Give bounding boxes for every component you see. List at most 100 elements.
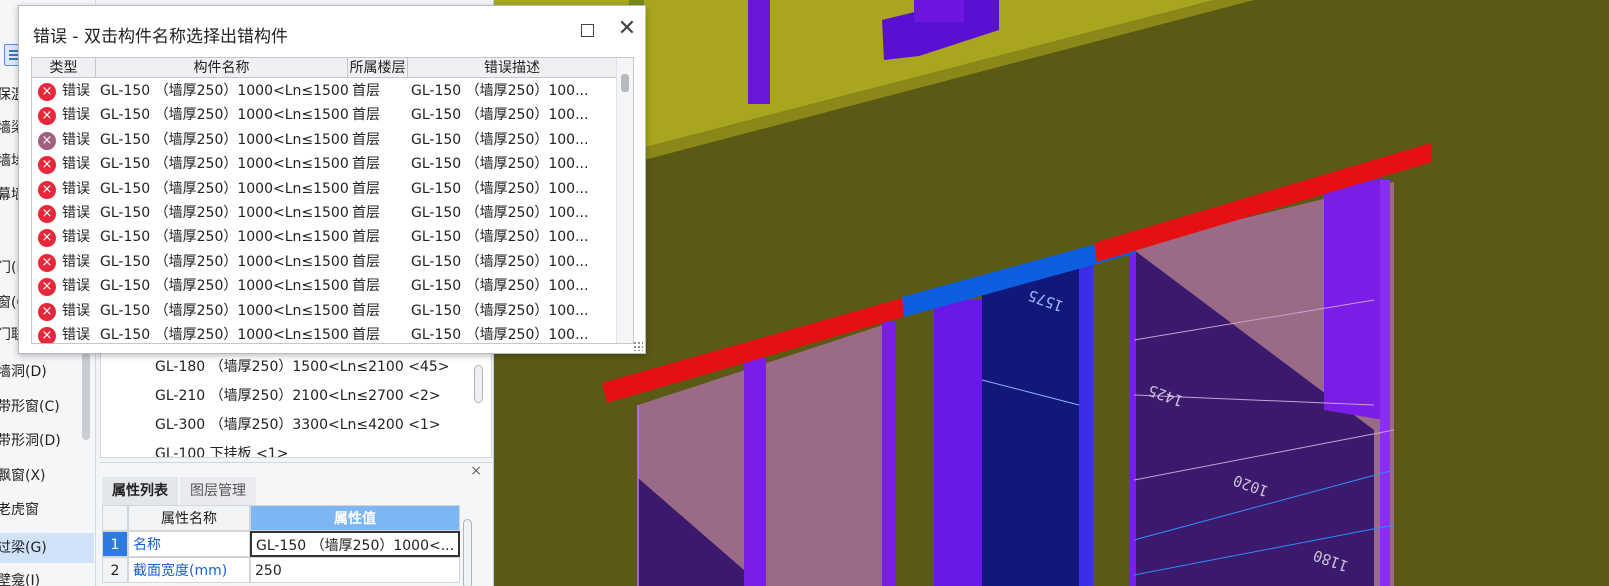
error-icon: × <box>38 278 56 297</box>
error-icon: × <box>38 131 56 150</box>
3d-viewport[interactable]: 1575 1425 1020 1180 <box>494 0 1609 586</box>
column-upper <box>748 0 770 104</box>
error-row[interactable]: × 错误 GL-150 （墙厚250）1000<Ln≤1500 首层 GL-150 （墙… <box>32 152 616 177</box>
error-icon: × <box>38 327 56 343</box>
column-header-floor[interactable]: 所属楼层 <box>348 58 408 78</box>
error-row[interactable]: × 错误 GL-150 （墙厚250）1000<Ln≤1500 首层 GL-150 （墙… <box>32 177 616 202</box>
component-name[interactable]: GL-150 （墙厚250）1000<Ln≤1500 <box>100 274 349 299</box>
column-cap-top <box>914 0 964 22</box>
tree-scrollbar[interactable] <box>474 365 483 403</box>
dialog-title: 错误 - 双击构件名称选择出错构件 <box>33 27 288 47</box>
frame-left-post <box>744 358 766 586</box>
tab-layer-management[interactable]: 图层管理 <box>180 477 256 505</box>
error-row[interactable]: × 错误 GL-150 （墙厚250）1000<Ln≤1500 首层 GL-150 （墙… <box>32 225 616 250</box>
component-tree: GL-180 （墙厚250）1500<Ln≤2100 <45> GL-210 （… <box>100 340 492 458</box>
nav-item-lintel[interactable]: 过梁(G) <box>0 533 94 563</box>
error-icon: × <box>38 83 56 101</box>
component-name[interactable]: GL-150 （墙厚250）1000<Ln≤1500 <box>100 323 349 343</box>
error-icon: × <box>38 107 56 126</box>
tree-item[interactable]: GL-180 （墙厚250）1500<Ln≤2100 <45> <box>155 353 449 381</box>
error-row[interactable]: × 错误 GL-150 （墙厚250）1000<Ln≤1500 首层 GL-150 （墙… <box>32 323 616 343</box>
nav-item-wall-hole[interactable]: 墙洞(D) <box>0 357 94 387</box>
error-row[interactable]: × 错误 GL-150 （墙厚250）1000<Ln≤1500 首层 GL-150 （墙… <box>32 103 616 128</box>
error-type: 错误 <box>62 131 90 148</box>
property-panel: × 属性列表 图层管理 属性名称 属性值 1 名称 GL-150 （墙厚250）… <box>100 462 492 586</box>
floor-name: 首层 <box>352 302 380 319</box>
error-row[interactable]: × 错误 GL-150 （墙厚250）1000<Ln≤1500 首层 GL-150 （墙… <box>32 79 616 104</box>
property-value-header: 属性值 <box>250 505 460 531</box>
property-name: 名称 <box>128 531 250 557</box>
row-number-header <box>102 505 128 531</box>
error-description: GL-150 （墙厚250）100... <box>411 253 589 270</box>
door-frame-right <box>1079 258 1093 586</box>
property-row[interactable]: 2 截面宽度(mm) 250 <box>102 557 460 583</box>
component-name[interactable]: GL-150 （墙厚250）1000<Ln≤1500 <box>100 201 349 226</box>
tab-property-list[interactable]: 属性列表 <box>102 477 178 505</box>
component-name[interactable]: GL-150 （墙厚250）1000<Ln≤1500 <box>100 299 349 324</box>
error-type: 错误 <box>62 180 90 197</box>
scrollbar-thumb[interactable] <box>621 74 629 92</box>
error-type: 错误 <box>62 156 90 173</box>
component-name[interactable]: GL-150 （墙厚250）1000<Ln≤1500 <box>100 250 349 275</box>
error-icon: × <box>38 180 56 199</box>
floor-name: 首层 <box>352 253 380 270</box>
floor-name: 首层 <box>352 327 380 343</box>
error-description: GL-150 （墙厚250）100... <box>411 180 589 197</box>
error-type: 错误 <box>62 327 90 343</box>
tree-item[interactable]: GL-300 （墙厚250）3300<Ln≤4200 <1> <box>155 411 441 439</box>
error-row[interactable]: × 错误 GL-150 （墙厚250）1000<Ln≤1500 首层 GL-150 （墙… <box>32 299 616 324</box>
property-name: 截面宽度(mm) <box>128 557 250 583</box>
close-icon[interactable]: ✕ <box>613 15 641 43</box>
floor-name: 首层 <box>352 229 380 246</box>
error-description: GL-150 （墙厚250）100... <box>411 229 589 246</box>
nav-item-strip-window[interactable]: 带形窗(C) <box>0 392 94 422</box>
component-name[interactable]: GL-150 （墙厚250）1000<Ln≤1500 <box>100 152 349 177</box>
property-value-input[interactable]: GL-150 （墙厚250）1000<... <box>250 531 460 557</box>
component-name[interactable]: GL-150 （墙厚250）1000<Ln≤1500 <box>100 128 349 153</box>
property-name-header: 属性名称 <box>128 505 250 531</box>
error-icon: × <box>38 253 56 272</box>
error-description: GL-150 （墙厚250）100... <box>411 131 589 148</box>
error-row[interactable]: × 错误 GL-150 （墙厚250）1000<Ln≤1500 首层 GL-150 （墙… <box>32 201 616 226</box>
component-name[interactable]: GL-150 （墙厚250）1000<Ln≤1500 <box>100 177 349 202</box>
maximize-icon[interactable] <box>581 24 594 37</box>
tree-item[interactable]: GL-210 （墙厚250）2100<Ln≤2700 <2> <box>155 382 441 410</box>
column-header-description[interactable]: 错误描述 <box>408 58 616 78</box>
nav-item-bay-window[interactable]: 飘窗(X) <box>0 461 94 491</box>
component-name[interactable]: GL-150 （墙厚250）1000<Ln≤1500 <box>100 225 349 250</box>
error-table-scrollbar[interactable] <box>616 58 633 343</box>
error-row[interactable]: × 错误 GL-150 （墙厚250）1000<Ln≤1500 首层 GL-150 （墙… <box>32 128 616 153</box>
error-dialog: 错误 - 双击构件名称选择出错构件 ✕ 类型 构件名称 所属楼层 错误描述 × 错… <box>18 5 646 354</box>
error-row[interactable]: × 错误 GL-150 （墙厚250）1000<Ln≤1500 首层 GL-150 （墙… <box>32 250 616 275</box>
nav-item-dormer[interactable]: 老虎窗 <box>0 495 94 525</box>
property-value-input[interactable]: 250 <box>250 557 460 583</box>
error-table: 类型 构件名称 所属楼层 错误描述 × 错误 GL-150 （墙厚250）1000<… <box>31 57 634 344</box>
error-type: 错误 <box>62 278 90 295</box>
error-icon: × <box>38 302 56 321</box>
column-header-type[interactable]: 类型 <box>32 58 96 78</box>
tree-item[interactable]: GL-100 下挂板 <1> <box>155 440 288 457</box>
error-row[interactable]: × 错误 GL-150 （墙厚250）1000<Ln≤1500 首层 GL-150 （墙… <box>32 274 616 299</box>
resize-grip-icon[interactable] <box>633 341 643 351</box>
component-name[interactable]: GL-150 （墙厚250）1000<Ln≤1500 <box>100 79 349 104</box>
component-name[interactable]: GL-150 （墙厚250）1000<Ln≤1500 <box>100 103 349 128</box>
error-type: 错误 <box>62 302 90 319</box>
floor-name: 首层 <box>352 83 380 99</box>
nav-item-niche[interactable]: 壁龛(I) <box>0 566 94 586</box>
floor-name: 首层 <box>352 156 380 173</box>
nav-item-strip-hole[interactable]: 带形洞(D) <box>0 426 94 456</box>
error-type: 错误 <box>62 253 90 270</box>
floor-name: 首层 <box>352 180 380 197</box>
floor-name: 首层 <box>352 107 380 124</box>
property-row[interactable]: 1 名称 GL-150 （墙厚250）1000<... <box>102 531 460 557</box>
error-icon: × <box>38 205 56 223</box>
close-icon[interactable]: × <box>470 463 482 479</box>
error-icon: × <box>38 156 56 175</box>
3d-scene[interactable]: 1575 1425 1020 1180 <box>494 0 1609 586</box>
column-header-name[interactable]: 构件名称 <box>96 58 348 78</box>
error-table-header: 类型 构件名称 所属楼层 错误描述 <box>32 58 616 78</box>
error-description: GL-150 （墙厚250）100... <box>411 278 589 295</box>
error-type: 错误 <box>62 107 90 124</box>
property-scrollbar[interactable] <box>463 519 472 586</box>
property-header-row: 属性名称 属性值 <box>102 505 460 531</box>
